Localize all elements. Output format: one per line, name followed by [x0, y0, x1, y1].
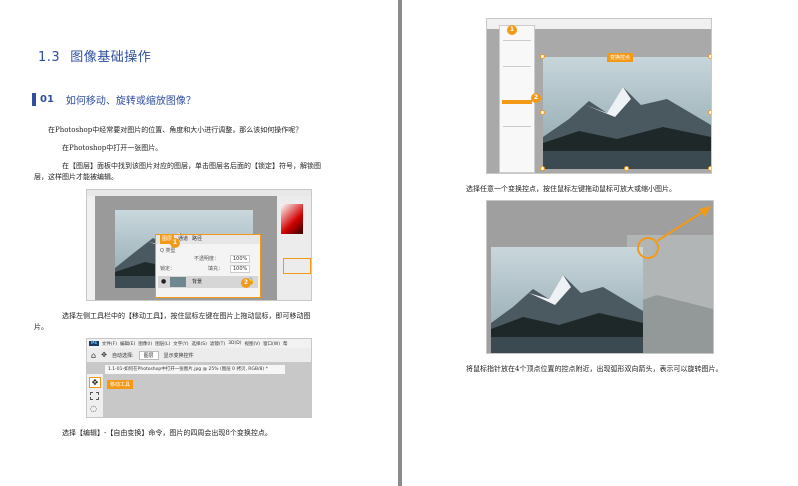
step-move-tool-2: 片。 — [34, 323, 48, 331]
ps-toolbar — [87, 196, 95, 300]
layer-thumbnail — [170, 277, 186, 287]
lasso-tool-icon[interactable]: ◌ — [90, 404, 97, 413]
menu-file[interactable]: 文件(F) — [102, 341, 117, 347]
callout-1: 1 — [170, 238, 180, 248]
left-page: 1.3 图像基础操作 01 如何移动、旋转或缩放图像？ 在Photoshop中经常… — [0, 0, 398, 486]
move-tool-icon[interactable]: ✥ — [89, 377, 101, 388]
fill-label: 填充： — [208, 266, 224, 272]
scale-screenshot — [486, 200, 714, 354]
menu-window[interactable]: 窗口(W) — [263, 341, 280, 347]
edit-menu-dropdown[interactable] — [499, 25, 535, 173]
ps-menubar-2: Ps 文件(F) 编辑(E) 图像(I) 图层(L) 文字(Y) 选择(S) 滤… — [87, 339, 311, 348]
question-title: 如何移动、旋转或缩放图像？ — [65, 96, 196, 107]
menu-layer[interactable]: 图层(L) — [155, 341, 170, 347]
menu-view[interactable]: 视图(V) — [244, 341, 260, 347]
ps-logo-icon: Ps — [89, 341, 99, 346]
drag-arrow-icon — [656, 206, 711, 242]
scaled-mountain-photo — [491, 247, 643, 353]
transform-handles-tag: 变换控点 — [607, 53, 634, 62]
ps-right-panels — [277, 196, 311, 300]
right-page: 1 2 变换控点 选择任意一个变换控点，按住鼠标左键拖动鼠标可放大或缩小图片。 — [402, 0, 798, 486]
section-number: 1.3 — [38, 50, 61, 65]
layer-name[interactable]: 背景 — [192, 278, 202, 285]
menu-type[interactable]: 文字(Y) — [173, 341, 188, 347]
transform-handle-br[interactable] — [708, 166, 711, 171]
transform-handle-mr[interactable] — [708, 110, 711, 115]
transform-handle-ml[interactable] — [540, 110, 545, 115]
opacity-field[interactable]: 100% — [230, 255, 251, 263]
transform-handle-tr[interactable] — [708, 54, 711, 59]
layers-highlight-box — [283, 258, 311, 274]
color-picker[interactable] — [281, 204, 303, 234]
lock-label: 锁定： — [160, 266, 176, 272]
auto-select-dropdown[interactable]: 图层 — [138, 350, 159, 360]
tools-panel: ✥ ◌ — [87, 374, 103, 417]
step-move-tool-1: 选择左侧工具栏中的【移动工具】，按住鼠标左键在图片上拖动鼠标，即可移动图 — [62, 312, 311, 320]
transform-mountain-photo — [543, 57, 711, 169]
callout-1: 1 — [507, 25, 517, 35]
step-unlock-layer-2: 层，这样图片才能被编辑。 — [34, 173, 118, 181]
menu-select[interactable]: 选择(S) — [192, 341, 207, 347]
intro-paragraph: 在Photoshop中经常要对图片的位置、角度和大小进行调整，那么该如何操作呢？ — [48, 126, 303, 134]
transform-handle-bl[interactable] — [540, 166, 545, 171]
tab-paths[interactable]: 路径 — [192, 235, 202, 244]
callout-2: 2 — [241, 278, 251, 288]
step-free-transform: 选择【编辑】-【自由变换】命令，图片的四周会出现8个变换控点。 — [62, 429, 272, 437]
menu-edit[interactable]: 编辑(E) — [120, 341, 135, 347]
auto-select-label[interactable]: 自动选择: — [112, 352, 134, 359]
opacity-label: 不透明度： — [194, 256, 220, 262]
fill-field[interactable]: 100% — [230, 265, 251, 273]
move-tool-tag: 移动工具 — [107, 380, 134, 389]
free-transform-menu-item[interactable] — [502, 100, 532, 104]
step-unlock-layer-1: 在【图层】面板中找到该图片对应的图层，单击图层名后面的【锁定】符号，解锁图 — [62, 162, 321, 170]
caption-rotate: 将鼠标指针放在4个顶点位置的控点附近，出现弧形双向箭头，表示可以旋转图片。 — [466, 365, 723, 373]
callout-2: 2 — [531, 93, 541, 103]
layers-panel-screenshot: 图层 通道 路径 Q 类型 不透明度： 100% 锁定： 填充： 100% ● … — [86, 189, 312, 301]
transform-handle-bc[interactable] — [624, 166, 629, 171]
layer-kind-filter[interactable]: Q 类型 — [160, 247, 176, 254]
document-tab[interactable]: 1.1-01-如何在Photoshop中打开一张图片.jpg @ 25% (图层… — [105, 365, 285, 374]
question-heading: 01 如何移动、旋转或缩放图像？ — [32, 92, 196, 107]
transform-handle-tl[interactable] — [540, 54, 545, 59]
section-title-text: 图像基础操作 — [70, 50, 152, 65]
move-tool-screenshot: Ps 文件(F) 编辑(E) 图像(I) 图层(L) 文字(Y) 选择(S) 滤… — [86, 338, 312, 418]
section-title: 1.3 图像基础操作 — [38, 46, 151, 65]
menu-3d[interactable]: 3D(D) — [228, 341, 241, 346]
eye-icon[interactable]: ● — [161, 278, 166, 285]
free-transform-screenshot: 1 2 变换控点 — [486, 18, 712, 174]
menu-filter[interactable]: 滤镜(T) — [210, 341, 225, 347]
marquee-tool-icon[interactable] — [90, 392, 99, 400]
question-number: 01 — [40, 94, 54, 105]
menu-image[interactable]: 图像(I) — [138, 341, 152, 347]
move-icon[interactable]: ✥ — [101, 351, 107, 359]
show-transform-checkbox[interactable]: 显示变换控件 — [164, 352, 194, 359]
caption-scale: 选择任意一个变换控点，按住鼠标左键拖动鼠标可放大或缩小图片。 — [466, 185, 676, 193]
step-open-image: 在Photoshop中打开一张图片。 — [62, 144, 163, 152]
question-bar — [32, 93, 36, 106]
options-bar: ⌂ ✥ 自动选择: 图层 显示变换控件 — [87, 348, 311, 362]
home-icon[interactable]: ⌂ — [91, 351, 96, 360]
menu-help[interactable]: 帮 — [283, 341, 288, 347]
